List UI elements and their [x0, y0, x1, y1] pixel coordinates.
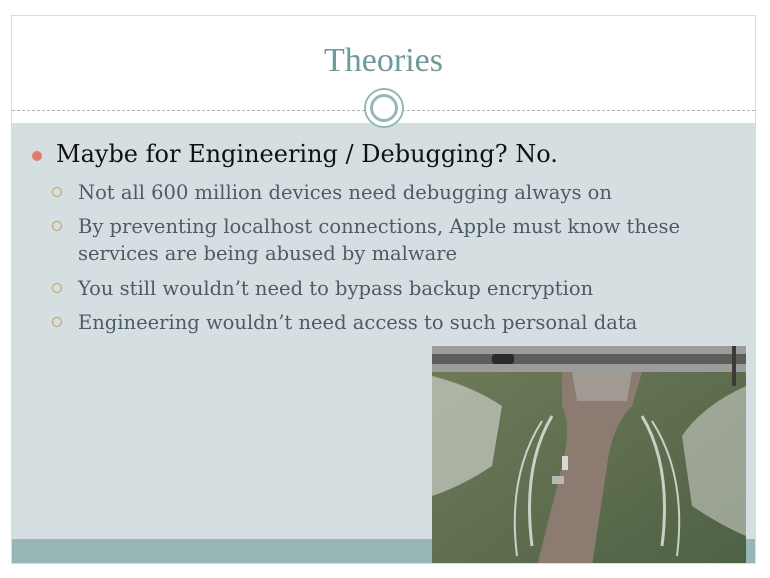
sub-bullet-text: By preventing localhost connections, App… [78, 215, 681, 265]
sub-bullet-ring-icon [52, 221, 62, 231]
aerial-photo-snowy-path [432, 346, 746, 563]
main-bullet-text: Maybe for Engineering / Debugging? No. [56, 140, 558, 168]
sub-bullet-text: You still wouldn’t need to bypass backup… [78, 277, 594, 300]
sub-bullet-ring-icon [52, 317, 62, 327]
sub-bullet-ring-icon [52, 187, 62, 197]
divider-circle-icon [364, 88, 404, 128]
slide-title: Theories [324, 42, 443, 79]
slide: Theories Maybe for Engineering / Debuggi… [11, 15, 756, 564]
bullet-dot-icon [32, 151, 42, 161]
sub-bullet-text: Not all 600 million devices need debuggi… [78, 181, 612, 204]
sub-bullet-ring-icon [52, 283, 62, 293]
sub-bullet-text: Engineering wouldn’t need access to such… [78, 311, 638, 334]
